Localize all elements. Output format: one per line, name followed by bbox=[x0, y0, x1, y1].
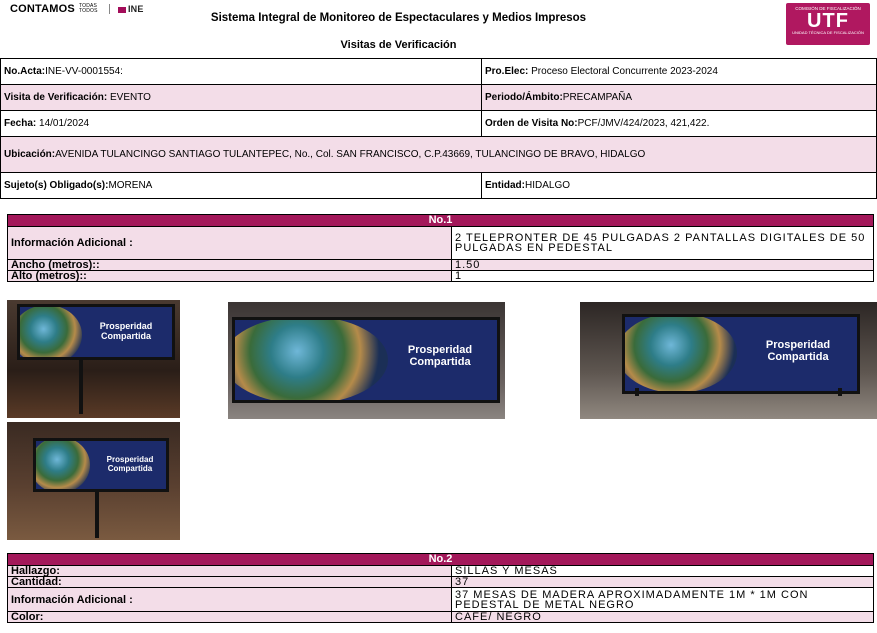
visit-subtitle: Visitas de Verificación bbox=[340, 39, 457, 51]
globe-graphic bbox=[625, 317, 737, 391]
fecha-label: Fecha: bbox=[4, 118, 37, 129]
acta-value: INE-VV-0001554: bbox=[45, 66, 123, 77]
hallazgo-label: Hallazgo: bbox=[7, 565, 452, 577]
evidence-photo-2[interactable]: Prosperidad Compartida bbox=[228, 302, 505, 419]
sujeto-value: MORENA bbox=[108, 180, 153, 191]
item-2-table: No.2 Hallazgo: SILLAS Y MESAS Cantidad: … bbox=[7, 553, 874, 623]
screen-text: Prosperidad Compartida bbox=[106, 455, 154, 473]
alto-value: 1 bbox=[451, 270, 874, 282]
globe-graphic bbox=[20, 307, 82, 357]
hallazgo-value: SILLAS Y MESAS bbox=[451, 565, 874, 577]
table-row: Color: CAFE/ NEGRO bbox=[7, 611, 874, 623]
globe-graphic bbox=[235, 320, 388, 400]
evidence-photo-1[interactable]: Prosperidad Compartida bbox=[7, 300, 180, 418]
visita-label: Visita de Verificación: bbox=[4, 92, 108, 103]
stand bbox=[838, 388, 842, 396]
visita-value: EVENTO bbox=[107, 92, 151, 103]
fecha-value: 14/01/2024 bbox=[36, 118, 90, 129]
entidad-label: Entidad: bbox=[485, 180, 525, 191]
periodo-cell: Periodo/Ámbito:PRECAMPAÑA bbox=[481, 84, 877, 111]
info-row: Visita de Verificación: EVENTO Periodo/Á… bbox=[0, 84, 877, 111]
item-header-row: No.2 bbox=[7, 553, 874, 566]
item-header-row: No.1 bbox=[7, 214, 874, 227]
screen: Prosperidad Compartida bbox=[232, 317, 500, 403]
utf-logo-text: UTF bbox=[807, 10, 849, 32]
globe-graphic bbox=[36, 441, 90, 489]
screen: Prosperidad Compartida bbox=[17, 304, 175, 360]
ubicacion-value: AVENIDA TULANCINGO SANTIAGO TULANTEPEC, … bbox=[55, 148, 646, 160]
ubicacion-label: Ubicación: bbox=[4, 148, 56, 160]
color-value: CAFE/ NEGRO bbox=[451, 611, 874, 623]
stand bbox=[95, 490, 99, 538]
alto-label: Alto (metros):: bbox=[7, 270, 452, 282]
system-title: Sistema Integral de Monitoreo de Especta… bbox=[210, 12, 587, 24]
screen: Prosperidad Compartida bbox=[33, 438, 169, 492]
orden-cell: Orden de Visita No:PCF/JMV/424/2023, 421… bbox=[481, 110, 877, 137]
info-label: Información Adicional : bbox=[7, 587, 452, 612]
info-value: 2 TELEPRONTER DE 45 PULGADAS 2 PANTALLAS… bbox=[451, 226, 874, 260]
orden-label: Orden de Visita No: bbox=[485, 118, 578, 129]
proelec-value: Proceso Electoral Concurrente 2023-2024 bbox=[528, 66, 718, 77]
ubicacion-cell: Ubicación:AVENIDA TULANCINGO SANTIAGO TU… bbox=[0, 136, 877, 173]
item-2-header: No.2 bbox=[7, 553, 874, 566]
screen-text: Prosperidad Compartida bbox=[407, 344, 473, 368]
ancho-value: 1.50 bbox=[451, 259, 874, 271]
orden-value: PCF/JMV/424/2023, 421,422. bbox=[577, 118, 710, 129]
table-row: Información Adicional : 2 TELEPRONTER DE… bbox=[7, 226, 874, 260]
cantidad-label: Cantidad: bbox=[7, 576, 452, 588]
entidad-value: HIDALGO bbox=[525, 180, 571, 191]
acta-cell: No.Acta:INE-VV-0001554: bbox=[0, 58, 482, 85]
entidad-cell: Entidad:HIDALGO bbox=[481, 172, 877, 199]
visita-cell: Visita de Verificación: EVENTO bbox=[0, 84, 482, 111]
screen-text: Prosperidad Compartida bbox=[765, 339, 831, 363]
table-row: Alto (metros):: 1 bbox=[7, 270, 874, 282]
table-row: Ancho (metros):: 1.50 bbox=[7, 259, 874, 271]
info-row: No.Acta:INE-VV-0001554: Pro.Elec: Proces… bbox=[0, 58, 877, 85]
table-row: Cantidad: 37 bbox=[7, 576, 874, 588]
screen-text: Prosperidad Compartida bbox=[99, 321, 153, 341]
table-row: Hallazgo: SILLAS Y MESAS bbox=[7, 565, 874, 577]
stand bbox=[79, 358, 83, 414]
color-label: Color: bbox=[7, 611, 452, 623]
info-row: Fecha: 14/01/2024 Orden de Visita No:PCF… bbox=[0, 110, 877, 137]
stand bbox=[635, 388, 639, 396]
acta-label: No.Acta: bbox=[4, 66, 46, 77]
evidence-photo-3[interactable]: Prosperidad Compartida bbox=[580, 302, 877, 419]
screen: Prosperidad Compartida bbox=[622, 314, 860, 394]
periodo-label: Periodo/Ámbito: bbox=[485, 92, 563, 103]
visit-info-table: No.Acta:INE-VV-0001554: Pro.Elec: Proces… bbox=[0, 58, 877, 199]
periodo-value: PRECAMPAÑA bbox=[562, 92, 633, 103]
sujeto-cell: Sujeto(s) Obligado(s):MORENA bbox=[0, 172, 482, 199]
item-1-table: No.1 Información Adicional : 2 TELEPRONT… bbox=[7, 214, 874, 282]
table-row: Información Adicional : 37 MESAS DE MADE… bbox=[7, 587, 874, 612]
fecha-cell: Fecha: 14/01/2024 bbox=[0, 110, 482, 137]
utf-logo-bottom: UNIDAD TÉCNICA DE FISCALIZACIÓN bbox=[792, 30, 864, 35]
info-row: Sujeto(s) Obligado(s):MORENA Entidad:HID… bbox=[0, 172, 877, 199]
info-value: 37 MESAS DE MADERA APROXIMADAMENTE 1M * … bbox=[451, 587, 874, 612]
item-1-header: No.1 bbox=[7, 214, 874, 227]
cantidad-value: 37 bbox=[451, 576, 874, 588]
info-label: Información Adicional : bbox=[7, 226, 452, 260]
info-row: Ubicación:AVENIDA TULANCINGO SANTIAGO TU… bbox=[0, 136, 877, 173]
proelec-cell: Pro.Elec: Proceso Electoral Concurrente … bbox=[481, 58, 877, 85]
evidence-photo-4[interactable]: Prosperidad Compartida bbox=[7, 422, 180, 540]
utf-logo: COMISIÓN DE FISCALIZACIÓN UTF UNIDAD TÉC… bbox=[786, 3, 870, 45]
ancho-label: Ancho (metros):: bbox=[7, 259, 452, 271]
proelec-label: Pro.Elec: bbox=[485, 66, 529, 77]
sujeto-label: Sujeto(s) Obligado(s): bbox=[4, 180, 109, 191]
